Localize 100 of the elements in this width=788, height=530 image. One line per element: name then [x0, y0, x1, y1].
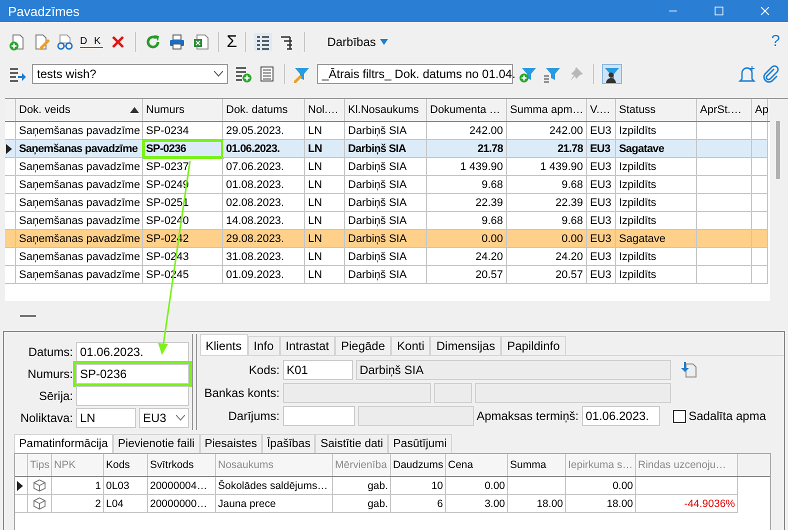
- column-header[interactable]: Numurs: [143, 99, 223, 121]
- tab[interactable]: Klients: [200, 334, 248, 355]
- sum-button[interactable]: Σ: [226, 32, 238, 52]
- list-view-icon[interactable]: [254, 33, 272, 51]
- checkbox-label: Sadalīta apma: [688, 409, 766, 423]
- column-header[interactable]: Summa apm…: [507, 99, 587, 121]
- column-header[interactable]: Kods: [104, 454, 148, 476]
- table-cell: [752, 140, 768, 158]
- input-field[interactable]: SP-0236: [76, 364, 189, 384]
- add-list-icon[interactable]: [234, 65, 252, 83]
- import-document-icon[interactable]: [680, 361, 698, 379]
- table-cell: [697, 176, 752, 194]
- table-cell: Sagatave: [616, 140, 697, 158]
- input-field[interactable]: [76, 386, 189, 406]
- table-cell: 18.00: [566, 495, 636, 513]
- table-cell: 1 439.90: [507, 158, 587, 176]
- table-cell: gab.: [333, 495, 391, 513]
- column-header[interactable]: Dok. veids: [16, 99, 143, 121]
- table-cell: [697, 140, 752, 158]
- table-cell: 2: [52, 495, 104, 513]
- window-title: Pavadzīmes: [8, 4, 81, 18]
- checkbox[interactable]: [672, 410, 686, 422]
- column-header[interactable]: Ap: [752, 99, 768, 121]
- column-header[interactable]: Dok. datums: [223, 99, 305, 121]
- column-header[interactable]: AprSt.…: [697, 99, 752, 121]
- table-cell: 02.08.2023.: [223, 194, 305, 212]
- table-cell: 20.57: [507, 266, 587, 284]
- user-filter-button[interactable]: [602, 64, 622, 84]
- tab[interactable]: Konti: [391, 336, 430, 355]
- table-cell: 0.00: [566, 477, 636, 495]
- caret-icon: [380, 39, 388, 45]
- field-label: Bankas konts:: [203, 386, 280, 400]
- tab[interactable]: Info: [248, 336, 280, 355]
- table-cell: 1 439.90: [427, 158, 507, 176]
- maximize-icon[interactable]: [712, 4, 726, 18]
- printer-icon[interactable]: [168, 33, 186, 51]
- column-header[interactable]: Statuss: [616, 99, 697, 121]
- table-cell: [752, 248, 768, 266]
- input-field[interactable]: LN: [76, 408, 136, 428]
- table-cell: LN: [305, 176, 345, 194]
- bell-icon[interactable]: [738, 65, 756, 83]
- actions-menu[interactable]: Darbības: [321, 33, 394, 51]
- column-header[interactable]: Cena: [446, 454, 508, 476]
- table-cell: [508, 477, 566, 495]
- row-header: [5, 266, 16, 284]
- table-cell: EU3: [587, 140, 616, 158]
- table-cell: 31.08.2023.: [223, 248, 305, 266]
- table-cell: [752, 230, 768, 248]
- table-cell: 22.39: [507, 194, 587, 212]
- input-field[interactable]: 01.06.2023.: [76, 342, 189, 362]
- filter-edit-icon[interactable]: [293, 65, 311, 83]
- tab[interactable]: Dimensijas: [430, 336, 502, 355]
- tab[interactable]: Papildinfo: [501, 336, 566, 355]
- table-cell: 3.00: [446, 495, 508, 513]
- table-cell: SP-0237: [143, 158, 223, 176]
- spreadsheet-icon[interactable]: [192, 33, 210, 51]
- table-cell: LN: [305, 230, 345, 248]
- column-header[interactable]: Kl.Nosaukums: [345, 99, 427, 121]
- tab[interactable]: Pamatinformācija: [14, 434, 113, 453]
- table-cell: 01.08.2023.: [223, 176, 305, 194]
- debit-credit-button[interactable]: D K: [80, 36, 103, 48]
- help-button[interactable]: ?: [771, 33, 780, 51]
- table-cell: Saņemšanas pavadzīme: [16, 158, 143, 176]
- table-cell: 20000004…: [148, 477, 216, 495]
- glasses-icon[interactable]: [56, 33, 74, 51]
- table-cell: LN: [305, 266, 345, 284]
- table-cell: 0.00: [507, 230, 587, 248]
- filter-list-icon[interactable]: [543, 65, 561, 83]
- column-header[interactable]: V.…: [587, 99, 616, 121]
- view-dropdown[interactable]: tests wish?: [32, 64, 228, 84]
- table-cell: EU3: [587, 194, 616, 212]
- column-header[interactable]: Daudzums: [391, 454, 446, 476]
- paperclip-icon[interactable]: [762, 65, 780, 83]
- column-header[interactable]: Dokumenta …: [427, 99, 507, 121]
- input-field[interactable]: 01.06.2023.: [582, 406, 660, 426]
- quick-filter-dropdown[interactable]: _Ātrais filtrs_ Dok. datums no 01.04.: [317, 64, 513, 84]
- table-cell: 22.39: [427, 194, 507, 212]
- column-header[interactable]: Svītrkods: [148, 454, 216, 476]
- table-cell: 21.78: [507, 140, 587, 158]
- scrollbar-thumb[interactable]: [776, 121, 780, 179]
- table-cell: 01.09.2023.: [223, 266, 305, 284]
- field-label: Noliktava:: [19, 411, 74, 425]
- close-icon[interactable]: [758, 4, 772, 18]
- list-icon[interactable]: [258, 65, 276, 83]
- table-cell: Izpildīts: [616, 248, 697, 266]
- refresh-icon[interactable]: [144, 33, 162, 51]
- table-cell: -44.9036%: [636, 495, 738, 513]
- table-cell: [697, 158, 752, 176]
- input-field[interactable]: Darbiņš SIA: [356, 360, 671, 380]
- table-cell: [697, 266, 752, 284]
- new-document-icon[interactable]: [8, 33, 26, 51]
- filter-add-icon[interactable]: [519, 65, 537, 83]
- row-header: [5, 194, 16, 212]
- input-field[interactable]: K01: [282, 360, 353, 380]
- column-header[interactable]: Summa: [508, 454, 566, 476]
- tab[interactable]: Piegāde: [334, 336, 392, 355]
- input-field[interactable]: [282, 406, 355, 426]
- tab[interactable]: Intrastat: [280, 336, 335, 355]
- currency-dropdown[interactable]: EU3: [139, 408, 189, 428]
- column-header[interactable]: Nol.…: [305, 99, 345, 121]
